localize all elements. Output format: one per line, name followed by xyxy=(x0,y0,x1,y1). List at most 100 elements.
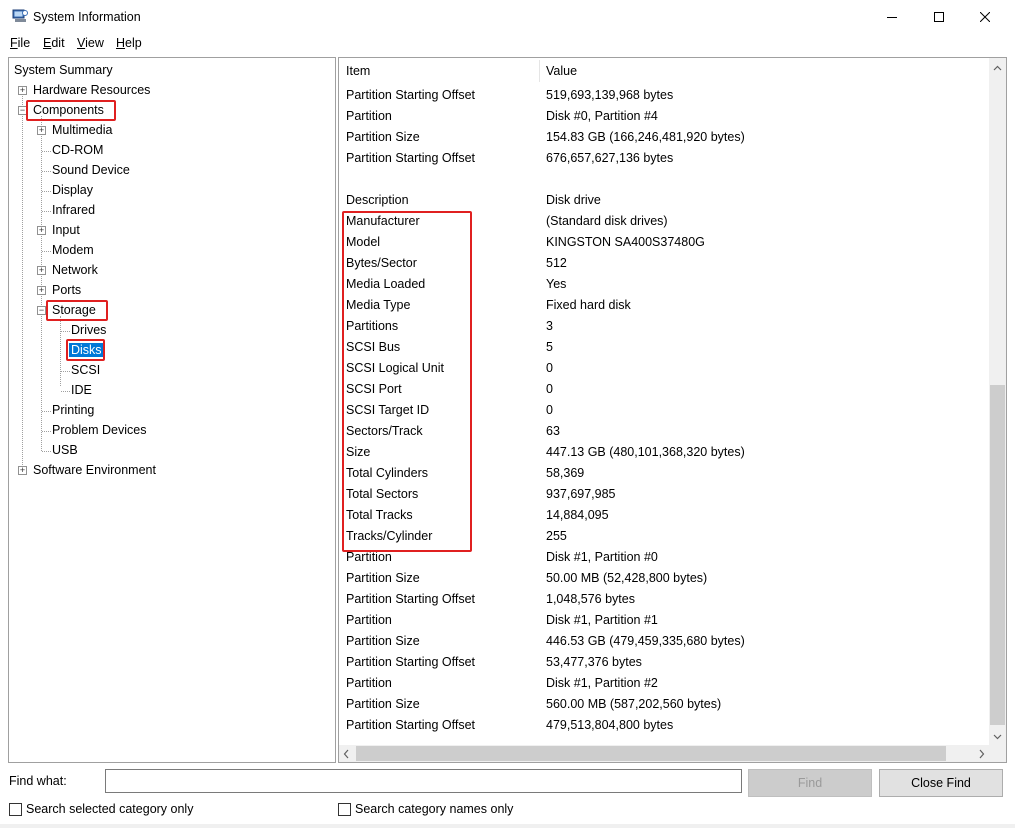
scroll-up-arrow-icon[interactable] xyxy=(993,60,1002,74)
row-item-value: 53,477,376 bytes xyxy=(546,655,642,669)
row-item-value: 5 xyxy=(546,340,553,354)
search-selected-category-checkbox[interactable]: Search selected category only xyxy=(9,801,193,817)
table-row[interactable]: Partition Starting Offset 479,513,804,800… xyxy=(339,715,989,736)
expand-plus-icon[interactable]: + xyxy=(37,226,46,235)
row-item-name: Partition Size xyxy=(346,571,420,585)
maximize-button[interactable] xyxy=(916,0,962,34)
table-row[interactable]: Partition Size 446.53 GB (479,459,335,680… xyxy=(339,631,989,652)
title-bar: System Information xyxy=(0,0,1015,34)
menu-view[interactable]: View xyxy=(77,36,104,50)
menu-help[interactable]: Help xyxy=(116,36,142,50)
row-item-value: 519,693,139,968 bytes xyxy=(546,88,674,102)
row-item-value: 937,697,985 xyxy=(546,487,616,501)
highlight-box-disks xyxy=(66,339,105,361)
checkbox-box[interactable] xyxy=(338,802,351,816)
tree-item-cd-rom[interactable]: CD-ROM xyxy=(52,140,103,160)
expand-plus-icon[interactable]: + xyxy=(18,466,27,475)
menu-file[interactable]: File xyxy=(10,36,30,50)
find-what-input[interactable] xyxy=(105,769,742,793)
row-item-value: 0 xyxy=(546,361,553,375)
row-item-value: 560.00 MB (587,202,560 bytes) xyxy=(546,697,722,711)
find-what-label: Find what: xyxy=(9,774,67,788)
table-row[interactable]: Partition Starting Offset 519,693,139,968… xyxy=(339,85,989,106)
close-find-button[interactable]: Close Find xyxy=(879,769,1003,797)
tree-item-system-summary[interactable]: System Summary xyxy=(14,60,113,80)
column-divider[interactable] xyxy=(539,60,540,82)
tree-item-printing[interactable]: Printing xyxy=(52,400,94,420)
tree-item-usb[interactable]: USB xyxy=(52,440,78,460)
table-row[interactable]: Partition Starting Offset 676,657,627,136… xyxy=(339,148,989,169)
tree-item-problem-devices[interactable]: Problem Devices xyxy=(52,420,146,440)
expand-plus-icon[interactable]: + xyxy=(37,286,46,295)
row-item-name: Partition xyxy=(346,613,392,627)
row-item-value: 1,048,576 bytes xyxy=(546,592,635,606)
row-item-value: KINGSTON SA400S37480G xyxy=(546,235,705,249)
table-row[interactable]: Partition Size 560.00 MB (587,202,560 byt… xyxy=(339,694,989,715)
highlight-box-components xyxy=(26,100,116,121)
list-header: Item Value xyxy=(339,58,989,84)
checkbox-box[interactable] xyxy=(9,802,22,816)
row-item-value: 255 xyxy=(546,529,567,543)
row-item-value: (Standard disk drives) xyxy=(546,214,668,228)
tree-item-hardware-resources[interactable]: Hardware Resources xyxy=(33,80,150,100)
tree-connector xyxy=(61,331,70,332)
table-row[interactable]: Partition Disk #1, Partition #2 xyxy=(339,673,989,694)
vertical-scrollbar[interactable] xyxy=(989,58,1006,745)
column-header-value[interactable]: Value xyxy=(546,64,577,78)
table-row[interactable]: Partition Disk #0, Partition #4 xyxy=(339,106,989,127)
collapse-minus-icon[interactable]: − xyxy=(37,306,46,315)
row-item-value: Fixed hard disk xyxy=(546,298,631,312)
tree-connector xyxy=(42,431,51,432)
horizontal-scrollbar[interactable] xyxy=(339,745,989,762)
expand-plus-icon[interactable]: + xyxy=(18,86,27,95)
category-tree[interactable]: System Summary + Hardware Resources − Co… xyxy=(8,57,336,763)
table-row[interactable]: Partition Starting Offset 1,048,576 bytes xyxy=(339,589,989,610)
tree-item-scsi[interactable]: SCSI xyxy=(71,360,100,380)
tree-item-sound-device[interactable]: Sound Device xyxy=(52,160,130,180)
tree-connector xyxy=(42,171,51,172)
row-item-name: Partition Starting Offset xyxy=(346,88,475,102)
tree-item-infrared[interactable]: Infrared xyxy=(52,200,95,220)
tree-item-input[interactable]: Input xyxy=(52,220,80,240)
scroll-left-arrow-icon[interactable] xyxy=(343,748,349,762)
tree-item-display[interactable]: Display xyxy=(52,180,93,200)
tree-item-network[interactable]: Network xyxy=(52,260,98,280)
row-item-name: Partition xyxy=(346,676,392,690)
scroll-down-arrow-icon[interactable] xyxy=(993,729,1002,743)
table-row[interactable]: Partition Disk #1, Partition #1 xyxy=(339,610,989,631)
minimize-button[interactable] xyxy=(869,0,915,34)
scroll-right-arrow-icon[interactable] xyxy=(979,748,985,762)
row-item-value: 676,657,627,136 bytes xyxy=(546,151,674,165)
column-header-item[interactable]: Item xyxy=(346,64,370,78)
table-row[interactable] xyxy=(339,169,989,190)
vertical-scroll-thumb[interactable] xyxy=(990,385,1005,725)
highlight-box-storage xyxy=(46,300,108,321)
tree-item-ports[interactable]: Ports xyxy=(52,280,81,300)
tree-item-ide[interactable]: IDE xyxy=(71,380,92,400)
search-category-names-checkbox[interactable]: Search category names only xyxy=(338,801,513,817)
row-item-value: 0 xyxy=(546,403,553,417)
table-row[interactable]: Partition Size 154.83 GB (166,246,481,920… xyxy=(339,127,989,148)
tree-connector xyxy=(41,116,42,451)
details-list[interactable]: Item Value Partition Starting Offset 519,… xyxy=(338,57,1007,763)
tree-item-software-environment[interactable]: Software Environment xyxy=(33,460,156,480)
close-button[interactable] xyxy=(962,0,1008,34)
tree-connector xyxy=(22,96,23,471)
find-button[interactable]: Find xyxy=(748,769,872,797)
row-item-value: 0 xyxy=(546,382,553,396)
tree-connector xyxy=(61,371,70,372)
menu-edit[interactable]: Edit xyxy=(43,36,65,50)
expand-plus-icon[interactable]: + xyxy=(37,126,46,135)
row-item-name: Partition Starting Offset xyxy=(346,592,475,606)
tree-item-multimedia[interactable]: Multimedia xyxy=(52,120,112,140)
horizontal-scroll-thumb[interactable] xyxy=(356,746,946,761)
row-item-value: Disk #0, Partition #4 xyxy=(546,109,658,123)
tree-item-drives[interactable]: Drives xyxy=(71,320,106,340)
table-row[interactable]: Description Disk drive xyxy=(339,190,989,211)
table-row[interactable]: Partition Size 50.00 MB (52,428,800 bytes… xyxy=(339,568,989,589)
tree-item-modem[interactable]: Modem xyxy=(52,240,94,260)
table-row[interactable]: Partition Starting Offset 53,477,376 byte… xyxy=(339,652,989,673)
scrollbar-corner xyxy=(989,745,1006,762)
expand-plus-icon[interactable]: + xyxy=(37,266,46,275)
tree-connector xyxy=(42,451,51,452)
